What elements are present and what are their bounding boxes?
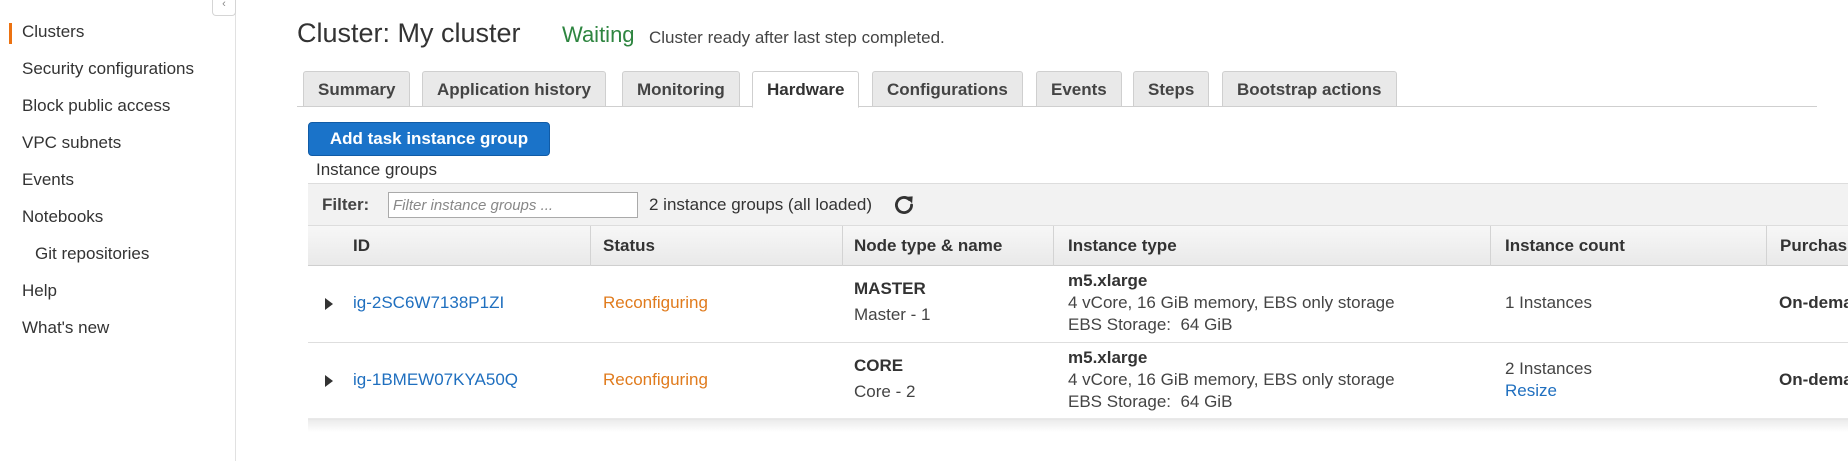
instance-type: m5.xlarge bbox=[1068, 271, 1148, 290]
collapse-sidebar-icon[interactable]: ‹ bbox=[212, 0, 236, 16]
instance-group-id-link[interactable]: ig-2SC6W7138P1ZI bbox=[353, 293, 504, 313]
tab-hardware[interactable]: Hardware bbox=[752, 71, 860, 108]
table-header: ID Status Node type & name Instance type… bbox=[308, 226, 1848, 266]
table-row: ig-1BMEW07KYA50Q Reconfiguring CORE Core… bbox=[308, 343, 1848, 420]
page-title: Cluster: My cluster bbox=[297, 18, 521, 48]
sidebar-item-git-repositories[interactable]: Git repositories bbox=[35, 244, 149, 264]
resize-link[interactable]: Resize bbox=[1505, 381, 1557, 401]
filter-bar: Filter: 2 instance groups (all loaded) bbox=[308, 183, 1848, 226]
column-divider bbox=[1053, 226, 1054, 266]
column-header-status[interactable]: Status bbox=[603, 236, 655, 256]
column-header-instance-type[interactable]: Instance type bbox=[1068, 236, 1177, 256]
ebs-storage: EBS Storage: 64 GiB bbox=[1068, 315, 1233, 334]
expand-row-icon[interactable] bbox=[325, 375, 333, 387]
instance-type: m5.xlarge bbox=[1068, 348, 1148, 367]
node-type: MASTER bbox=[854, 279, 926, 298]
tab-steps[interactable]: Steps bbox=[1133, 71, 1210, 107]
purchasing-option: On-dema bbox=[1779, 293, 1848, 312]
filter-input[interactable] bbox=[388, 192, 638, 218]
instance-group-status: Reconfiguring bbox=[603, 293, 708, 312]
column-header-id[interactable]: ID bbox=[353, 236, 370, 256]
filter-label: Filter: bbox=[322, 195, 370, 214]
sidebar-item-vpc-subnets[interactable]: VPC subnets bbox=[22, 133, 121, 153]
node-type: CORE bbox=[854, 356, 904, 375]
table-bottom-shadow bbox=[308, 418, 1848, 432]
sidebar-item-help[interactable]: Help bbox=[22, 281, 57, 301]
tab-events[interactable]: Events bbox=[1036, 71, 1122, 107]
purchasing-option: On-dema bbox=[1779, 370, 1848, 389]
sidebar-item-notebooks[interactable]: Notebooks bbox=[22, 207, 103, 227]
node-name: Master - 1 bbox=[854, 305, 931, 324]
column-divider bbox=[1766, 226, 1767, 266]
tab-bootstrap-actions[interactable]: Bootstrap actions bbox=[1222, 71, 1397, 107]
column-header-instance-count[interactable]: Instance count bbox=[1505, 236, 1625, 256]
sidebar-item-block-public-access[interactable]: Block public access bbox=[22, 96, 170, 116]
sidebar-item-events[interactable]: Events bbox=[22, 170, 74, 190]
instance-group-status: Reconfiguring bbox=[603, 370, 708, 389]
instance-group-count: 2 instance groups (all loaded) bbox=[649, 195, 873, 214]
tab-application-history[interactable]: Application history bbox=[422, 71, 606, 107]
column-divider bbox=[842, 226, 843, 266]
column-header-node-type[interactable]: Node type & name bbox=[854, 236, 1002, 256]
instance-group-id-link[interactable]: ig-1BMEW07KYA50Q bbox=[353, 370, 518, 390]
sidebar-item-clusters[interactable]: Clusters bbox=[22, 22, 84, 42]
node-name: Core - 2 bbox=[854, 382, 916, 401]
tab-summary[interactable]: Summary bbox=[303, 71, 411, 107]
table-row: ig-2SC6W7138P1ZI Reconfiguring MASTER Ma… bbox=[308, 266, 1848, 343]
refresh-icon[interactable] bbox=[891, 192, 917, 218]
column-divider bbox=[590, 226, 591, 266]
add-task-instance-group-button[interactable]: Add task instance group bbox=[308, 122, 550, 156]
ebs-storage: EBS Storage: 64 GiB bbox=[1068, 392, 1233, 411]
sidebar-item-security-configurations[interactable]: Security configurations bbox=[22, 59, 194, 79]
cluster-status-description: Cluster ready after last step completed. bbox=[649, 28, 945, 47]
column-divider bbox=[1490, 226, 1491, 266]
expand-row-icon[interactable] bbox=[325, 298, 333, 310]
instance-count: 1 Instances bbox=[1505, 293, 1592, 312]
cluster-status: Waiting bbox=[562, 22, 635, 47]
instance-count: 2 Instances bbox=[1505, 359, 1592, 378]
tab-monitoring[interactable]: Monitoring bbox=[622, 71, 740, 107]
instance-spec: 4 vCore, 16 GiB memory, EBS only storage bbox=[1068, 370, 1395, 389]
active-indicator bbox=[9, 23, 12, 44]
sidebar: ‹ Clusters Security configurations Block… bbox=[0, 0, 236, 461]
section-title: Instance groups bbox=[316, 160, 437, 179]
tab-configurations[interactable]: Configurations bbox=[872, 71, 1023, 107]
column-header-purchasing[interactable]: Purchas bbox=[1780, 236, 1847, 256]
sidebar-item-whats-new[interactable]: What's new bbox=[22, 318, 109, 338]
instance-spec: 4 vCore, 16 GiB memory, EBS only storage bbox=[1068, 293, 1395, 312]
